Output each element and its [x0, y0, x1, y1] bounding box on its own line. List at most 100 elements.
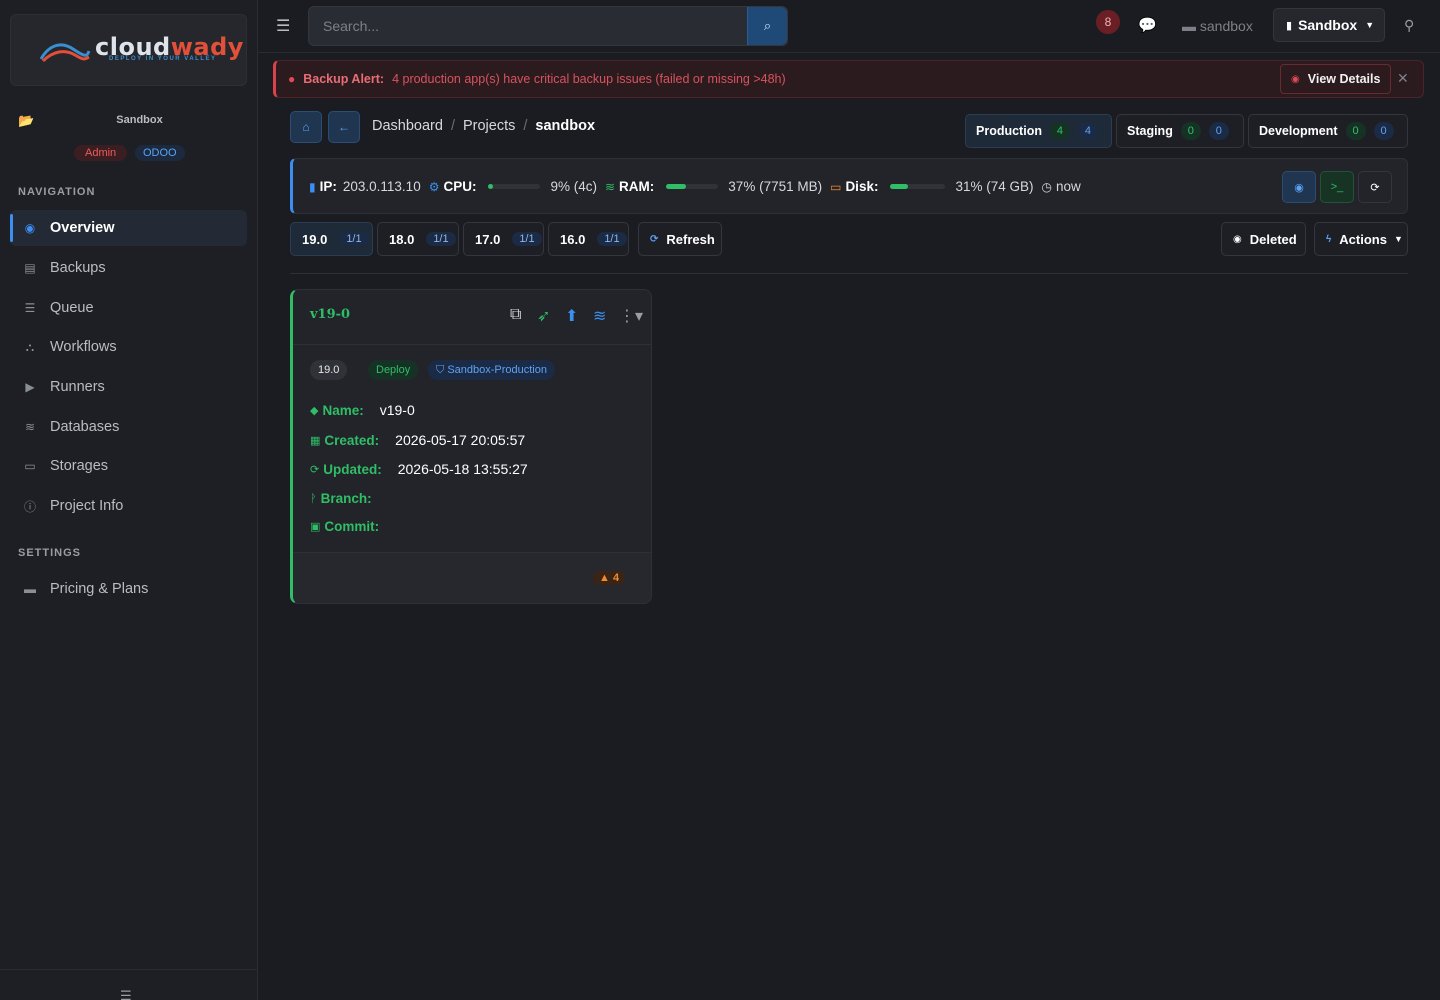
- version-filter-18[interactable]: 18.0 1/1: [377, 222, 459, 256]
- sidebar-item-project-info[interactable]: ⓘ Project Info: [10, 488, 247, 524]
- home-button[interactable]: ⌂: [290, 111, 322, 143]
- field-updated: ⟳ Updated: 2026-05-18 13:55:27: [310, 461, 528, 477]
- version-count: 1/1: [339, 232, 369, 246]
- tab-development[interactable]: Development 0 0: [1248, 114, 1408, 148]
- field-branch: ᚹ Branch:: [310, 491, 372, 506]
- terminal-button[interactable]: >_: [1320, 171, 1354, 203]
- credit-card-icon: ▬: [24, 582, 36, 596]
- search-button[interactable]: ⌕: [747, 7, 787, 45]
- role-badge: Admin: [74, 145, 128, 161]
- version-count: 1/1: [597, 232, 627, 246]
- view-details-button[interactable]: ◉ View Details: [1280, 64, 1391, 94]
- user-icon[interactable]: ⚲: [1404, 17, 1414, 34]
- arrow-left-icon: ←: [338, 120, 350, 134]
- refresh-button[interactable]: ⟳ Refresh: [638, 222, 722, 256]
- sitemap-icon: ⛬: [25, 339, 35, 354]
- count-badge: 0: [1345, 122, 1366, 140]
- server-icon: ▮: [309, 179, 316, 194]
- sidebar-item-databases[interactable]: ≋ Databases: [10, 409, 247, 445]
- disk-value: 31% (74 GB): [955, 179, 1034, 194]
- building-icon: ▮: [1286, 19, 1293, 32]
- breadcrumb-dashboard[interactable]: Dashboard: [372, 118, 443, 134]
- app-card: v19-0 ⧉ ➶ ⬆ ≋ ⋮▾ 19.0 Deploy ⛉ Sandbox-P…: [290, 289, 652, 604]
- eye-icon: ◉: [1294, 181, 1304, 194]
- eye-slash-icon: ◉: [1233, 233, 1242, 245]
- commit-icon: ▣: [310, 521, 321, 533]
- menu-toggle-icon[interactable]: ☰: [276, 16, 290, 36]
- sidebar-item-storages[interactable]: ▭ Storages: [10, 448, 247, 484]
- upgrade-arrow-icon[interactable]: ⬆: [565, 306, 578, 326]
- nav-section-title: NAVIGATION: [18, 186, 96, 198]
- deleted-button[interactable]: ◉ Deleted: [1221, 222, 1306, 256]
- version-tag: 19.0: [310, 360, 348, 380]
- sidebar-item-pricing[interactable]: ▬ Pricing & Plans: [10, 571, 247, 607]
- shield-icon: ⛉: [436, 364, 448, 376]
- brand-tagline: DEPLOY IN YOUR VALLEY: [109, 56, 217, 62]
- chat-icon[interactable]: 💬: [1138, 16, 1157, 34]
- ram-bar-fill: [666, 184, 686, 189]
- actions-dropdown[interactable]: ϟ Actions ▼: [1314, 222, 1408, 256]
- field-name: ◆ Name: v19-0: [310, 402, 415, 418]
- sidebar-item-backups[interactable]: ▤ Backups: [10, 250, 247, 286]
- archive-icon: ▤: [24, 261, 36, 275]
- ram-label: RAM:: [619, 179, 655, 194]
- more-options-icon[interactable]: ⋮▾: [619, 306, 643, 326]
- terminal-icon: >_: [1330, 181, 1344, 193]
- hdd-icon: ▭: [24, 459, 36, 473]
- current-folder[interactable]: ▬ sandbox: [1182, 18, 1253, 34]
- warning-badge[interactable]: ▲ 4: [593, 571, 626, 585]
- ram-value: 37% (7751 MB): [728, 179, 823, 194]
- disk-bar: [890, 184, 946, 189]
- database-icon: ≋: [604, 179, 616, 194]
- version-filter-19[interactable]: 19.0 1/1: [290, 222, 373, 256]
- notification-count: 8: [1104, 15, 1112, 29]
- rocket-icon[interactable]: ➶: [537, 306, 550, 326]
- tab-production[interactable]: Production 4 4: [965, 114, 1112, 148]
- cpu-bar: [488, 184, 541, 189]
- version-count: 1/1: [512, 232, 542, 246]
- sidebar-collapse-icon[interactable]: ☰: [120, 988, 132, 1000]
- cpu-value: 9% (4c): [550, 179, 597, 194]
- ip-value: 203.0.113.10: [342, 179, 421, 194]
- refresh-stats-button[interactable]: ⟳: [1358, 171, 1392, 203]
- back-button[interactable]: ←: [328, 111, 360, 143]
- sidebar: cloudwady DEPLOY IN YOUR VALLEY 📂 Sandbo…: [0, 0, 258, 1000]
- search-box: ⌕: [308, 6, 788, 46]
- app-title[interactable]: v19-0: [310, 307, 350, 322]
- external-link-icon[interactable]: ⧉: [510, 306, 521, 324]
- bolt-icon: ϟ: [1326, 233, 1332, 245]
- last-updated: now: [1055, 179, 1081, 194]
- project-name: Sandbox: [116, 114, 163, 126]
- logo[interactable]: cloudwady DEPLOY IN YOUR VALLEY: [10, 14, 247, 86]
- field-commit: ▣ Commit:: [310, 519, 380, 534]
- disk-bar-fill: [890, 184, 908, 189]
- platform-badge: ODOO: [135, 145, 185, 161]
- info-icon: ⓘ: [23, 499, 36, 514]
- ram-bar: [666, 184, 719, 189]
- hdd-icon: ▭: [830, 179, 842, 194]
- sync-icon: ⟳: [1370, 181, 1380, 194]
- close-icon[interactable]: ✕: [1397, 70, 1409, 87]
- sidebar-item-workflows[interactable]: ⛬ Workflows: [10, 329, 247, 365]
- warning-triangle-icon: ▲: [599, 572, 613, 584]
- version-filter-17[interactable]: 17.0 1/1: [463, 222, 544, 256]
- count-badge: 4: [1077, 122, 1098, 140]
- breadcrumb-separator: /: [523, 118, 528, 134]
- tab-staging[interactable]: Staging 0 0: [1116, 114, 1244, 148]
- sidebar-item-overview[interactable]: ◉ Overview: [10, 210, 247, 246]
- view-server-button[interactable]: ◉: [1282, 171, 1316, 203]
- cpu-label: CPU:: [443, 179, 477, 194]
- version-filter-16[interactable]: 16.0 1/1: [548, 222, 629, 256]
- sidebar-item-runners[interactable]: ▶ Runners: [10, 369, 247, 405]
- chevron-down-icon: ▼: [1365, 20, 1375, 30]
- database-icon[interactable]: ≋: [593, 306, 606, 326]
- alert-title: Backup Alert:: [303, 72, 385, 86]
- search-input[interactable]: [309, 7, 749, 45]
- notifications-bell-icon[interactable]: 8: [1096, 10, 1120, 34]
- sidebar-item-queue[interactable]: ☰ Queue: [10, 290, 247, 326]
- settings-section-title: SETTINGS: [18, 547, 82, 559]
- home-icon: ⌂: [302, 120, 310, 134]
- breadcrumb-projects[interactable]: Projects: [463, 118, 515, 134]
- environment-select[interactable]: ▮ Sandbox ▼: [1273, 8, 1385, 42]
- backup-alert: ● Backup Alert: 4 production app(s) have…: [273, 60, 1424, 98]
